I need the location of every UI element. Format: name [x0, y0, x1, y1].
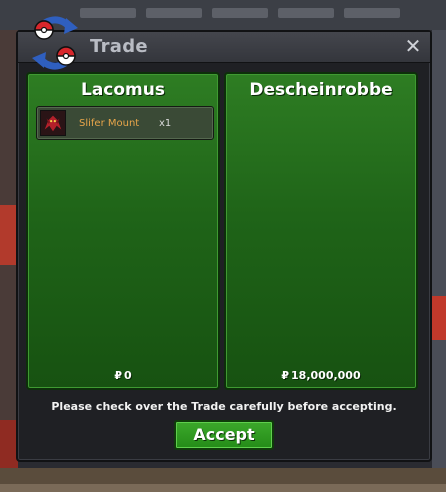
right-money-amount: 18,000,000 [291, 369, 361, 382]
trade-item-row[interactable]: Slifer Mount x1 [36, 106, 214, 140]
item-name: Slifer Mount [79, 118, 140, 129]
background-red-object [432, 296, 446, 340]
trade-notice: Please check over the Trade carefully be… [51, 400, 397, 413]
right-player-name: Descheinrobbe [249, 80, 393, 100]
background-right-wall [432, 30, 446, 492]
background-floor-edge [0, 484, 446, 492]
accept-button[interactable]: Accept [174, 420, 274, 450]
background-tile [344, 8, 400, 18]
right-trade-panel: Descheinrobbe ₽18,000,000 [224, 72, 418, 390]
item-quantity: x1 [159, 118, 172, 129]
background-tile [80, 8, 136, 18]
slifer-mount-icon [40, 110, 66, 136]
background-tile [278, 8, 334, 18]
close-button[interactable]: ✕ [402, 35, 424, 57]
left-player-name: Lacomus [81, 80, 165, 100]
trade-window: Trade ✕ Lacomus Slifer Mount x1 ₽ 0 Desc… [16, 16, 432, 462]
right-money-offer: ₽18,000,000 [226, 369, 416, 382]
left-trade-panel: Lacomus Slifer Mount x1 ₽0 [26, 72, 220, 390]
background-tile [146, 8, 202, 18]
currency-icon: ₽ [281, 369, 290, 382]
background-tile [212, 8, 268, 18]
window-title: Trade [90, 36, 148, 57]
trade-icon [32, 16, 78, 70]
currency-icon: ₽ [114, 369, 122, 382]
left-money-amount: 0 [124, 369, 132, 382]
left-money-offer: ₽0 [28, 369, 218, 382]
